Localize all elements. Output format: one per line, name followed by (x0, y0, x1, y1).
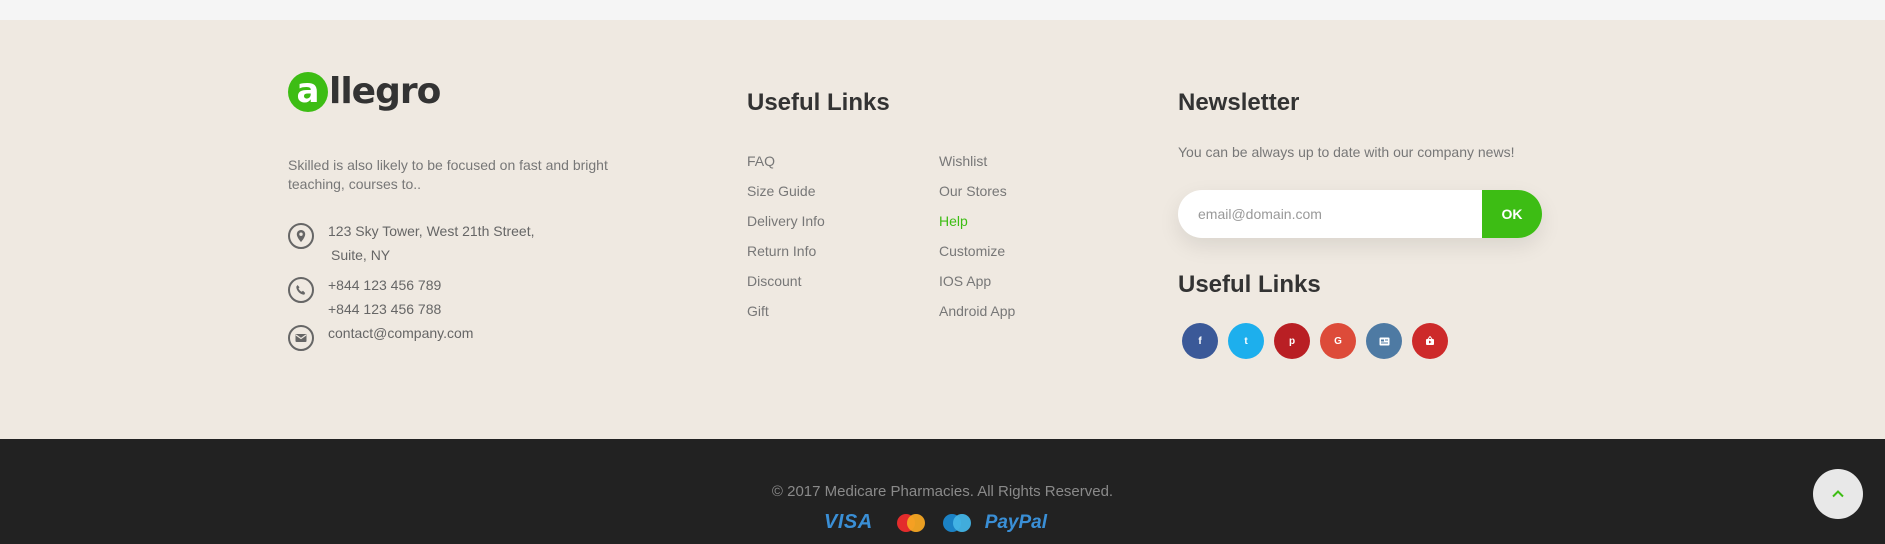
copyright-text: © 2017 Medicare Pharmacies. All Rights R… (771, 483, 1114, 500)
contact-phone: +844 123 456 789 +844 123 456 788 (288, 277, 441, 321)
mastercard-logo (895, 513, 927, 533)
contact-address: 123 Sky Tower, West 21th Street, Suite, … (288, 223, 534, 267)
address-line2: Suite, NY (331, 247, 391, 263)
brand-logo[interactable]: a llegro (288, 71, 441, 112)
social-icons: f t p G (1182, 323, 1458, 359)
useful-links-col1: FAQ Size Guide Delivery Info Return Info… (747, 146, 825, 326)
cirrus-logo (941, 513, 973, 533)
facebook-icon[interactable]: f (1182, 323, 1218, 359)
link-return-info[interactable]: Return Info (747, 236, 825, 266)
link-help[interactable]: Help (939, 206, 1015, 236)
youtube-icon[interactable] (1412, 323, 1448, 359)
logo-mark: a (288, 71, 328, 112)
link-delivery-info[interactable]: Delivery Info (747, 206, 825, 236)
newsletter-email-input[interactable] (1198, 190, 1468, 238)
link-ios-app[interactable]: IOS App (939, 266, 1015, 296)
address-line1: 123 Sky Tower, West 21th Street, (328, 223, 535, 239)
link-discount[interactable]: Discount (747, 266, 825, 296)
paypal-logo: PayPal (984, 511, 1048, 533)
contact-email: contact@company.com (288, 325, 473, 351)
google-plus-icon[interactable]: G (1320, 323, 1356, 359)
email-link[interactable]: contact@company.com (328, 321, 473, 345)
newsletter-text: You can be always up to date with our co… (1178, 144, 1515, 160)
twitter-icon[interactable]: t (1228, 323, 1264, 359)
link-faq[interactable]: FAQ (747, 146, 825, 176)
newsletter-form: OK (1178, 190, 1542, 238)
pinterest-icon[interactable]: p (1274, 323, 1310, 359)
newsletter-title: Newsletter (1178, 89, 1300, 116)
vk-icon[interactable] (1366, 323, 1402, 359)
visa-logo: VISA (824, 511, 873, 533)
about-text: Skilled is also likely to be focused on … (288, 157, 608, 192)
location-pin-icon (288, 223, 314, 249)
logo-text: llegro (329, 71, 441, 112)
link-gift[interactable]: Gift (747, 296, 825, 326)
phone-icon (288, 277, 314, 303)
envelope-icon (288, 325, 314, 351)
link-android-app[interactable]: Android App (939, 296, 1015, 326)
scroll-to-top-button[interactable] (1813, 469, 1863, 519)
top-strip (0, 0, 1885, 20)
link-customize[interactable]: Customize (939, 236, 1015, 266)
social-title: Useful Links (1178, 271, 1321, 298)
useful-links-title: Useful Links (747, 89, 890, 116)
chevron-up-icon (1831, 485, 1845, 503)
useful-links-col2: Wishlist Our Stores Help Customize IOS A… (939, 146, 1015, 326)
phone-2[interactable]: +844 123 456 788 (328, 297, 441, 321)
link-size-guide[interactable]: Size Guide (747, 176, 825, 206)
payment-methods: VISA PayPal (824, 511, 1047, 534)
link-wishlist[interactable]: Wishlist (939, 146, 1015, 176)
phone-1[interactable]: +844 123 456 789 (328, 273, 441, 297)
link-our-stores[interactable]: Our Stores (939, 176, 1015, 206)
newsletter-ok-button[interactable]: OK (1482, 190, 1542, 238)
